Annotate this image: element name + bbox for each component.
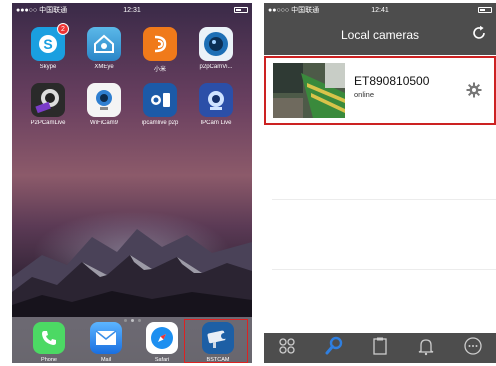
- camera-name: ET890810500: [354, 74, 430, 88]
- ipcam-icon: [143, 83, 177, 117]
- app-phone[interactable]: Phone: [25, 322, 73, 363]
- list-divider: [272, 269, 496, 270]
- tab-devices[interactable]: [271, 336, 303, 356]
- devices-icon: [279, 338, 295, 354]
- search-icon: [325, 336, 342, 355]
- app-label: WiFiCam9: [90, 120, 118, 126]
- safari-compass-icon: [146, 322, 178, 354]
- status-bar: ●●●○○ 中国联通 12:31: [12, 3, 252, 17]
- app-xiaomi[interactable]: 小米: [136, 27, 184, 73]
- clock: 12:41: [371, 6, 389, 14]
- bstcam-highlight-box: [184, 319, 248, 363]
- more-icon: [464, 337, 482, 355]
- gear-icon[interactable]: [466, 82, 482, 98]
- bell-icon: [419, 339, 434, 356]
- refresh-icon[interactable]: [471, 25, 487, 41]
- camera-thumbnail: [273, 63, 345, 118]
- home-screen: ●●●○○ 中国联通 12:31 S 2 Skype XMEye 小米 p2pC…: [12, 3, 252, 363]
- app-safari[interactable]: Safari: [138, 322, 186, 363]
- list-divider: [272, 199, 496, 200]
- svg-text:S: S: [43, 36, 52, 52]
- p2pcamlive-icon: [31, 83, 65, 117]
- status-bar: ●●○○○ 中国联通 12:41: [264, 3, 496, 17]
- webcam-icon: [87, 83, 121, 117]
- app-label: Phone: [41, 357, 57, 363]
- notification-badge: 2: [57, 23, 69, 35]
- battery-icon: [234, 7, 248, 13]
- tab-records[interactable]: [364, 336, 396, 356]
- app-label: Mail: [100, 357, 112, 363]
- local-cameras-screen: ●●○○○ 中国联通 12:41 Local cameras ET8908105…: [264, 3, 496, 363]
- camera-list-item[interactable]: ET890810500 online: [264, 56, 496, 125]
- app-label: Skype: [39, 64, 57, 70]
- app-label: ipcamlive p2p: [141, 120, 179, 126]
- xmeye-icon: [87, 27, 121, 61]
- mountain-wallpaper: [12, 229, 252, 317]
- app-label: 小米: [153, 67, 166, 73]
- app-ipcamlive-p2p[interactable]: ipcamlive p2p: [136, 83, 184, 126]
- phone-icon: [33, 322, 65, 354]
- camera-lens-icon: [199, 27, 233, 61]
- camera-status: online: [354, 90, 375, 99]
- app-wificam9[interactable]: WiFiCam9: [80, 83, 128, 126]
- app-ipcam-live[interactable]: IPCam Live: [192, 83, 240, 126]
- app-label: P2PCamLive: [30, 120, 66, 126]
- app-label: p2pCamVi...: [199, 64, 233, 70]
- clock: 12:31: [123, 6, 141, 14]
- app-mail[interactable]: Mail: [82, 322, 130, 363]
- battery-icon: [478, 7, 492, 13]
- ipcam-live-icon: [199, 83, 233, 117]
- tab-search[interactable]: [318, 336, 350, 356]
- clipboard-icon: [373, 337, 387, 355]
- skype-icon: S 2: [31, 23, 69, 61]
- page-title: Local cameras: [340, 28, 420, 42]
- tab-more[interactable]: [457, 336, 489, 356]
- app-label: XMEye: [94, 64, 114, 70]
- xiaomi-icon: [143, 27, 177, 61]
- mail-icon: [90, 322, 122, 354]
- tab-alerts[interactable]: [410, 336, 442, 356]
- app-p2pcamlive[interactable]: P2PCamLive: [24, 83, 72, 126]
- app-skype[interactable]: S 2 Skype: [24, 23, 72, 70]
- tab-bar: [264, 333, 496, 363]
- app-p2pcamviewer[interactable]: p2pCamVi...: [192, 27, 240, 70]
- nav-bar: ●●○○○ 中国联通 12:41 Local cameras: [264, 3, 496, 55]
- app-xmeye[interactable]: XMEye: [80, 27, 128, 70]
- app-label: Safari: [154, 357, 170, 363]
- app-label: IPCam Live: [200, 120, 232, 126]
